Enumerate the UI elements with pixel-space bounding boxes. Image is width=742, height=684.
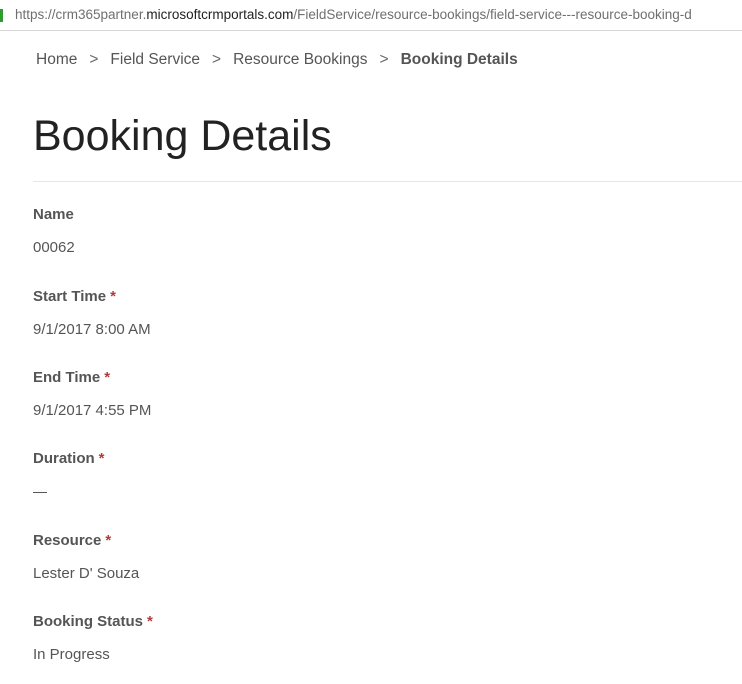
url-text[interactable]: https://crm365partner.microsoftcrmportal…: [15, 7, 742, 22]
resource-label: Resource *: [33, 532, 111, 550]
secure-connection-icon: [0, 9, 3, 22]
duration-label-text: Duration: [33, 450, 95, 467]
breadcrumb-home-link[interactable]: Home: [36, 51, 77, 69]
resource-label-text: Resource: [33, 532, 102, 549]
start-time-field: Start Time * 9/1/2017 8:00 AM: [33, 288, 151, 338]
start-time-label-text: Start Time: [33, 288, 107, 305]
url-domain: microsoftcrmportals.com: [146, 7, 294, 22]
name-field: Name 00062: [33, 206, 75, 256]
breadcrumb-separator: >: [379, 51, 389, 68]
required-marker: *: [105, 532, 112, 549]
required-marker: *: [98, 450, 105, 467]
breadcrumb-separator: >: [89, 51, 99, 68]
required-marker: *: [110, 288, 116, 305]
booking-status-label: Booking Status *: [33, 613, 153, 631]
breadcrumb-current: Booking Details: [400, 51, 518, 68]
end-time-label: End Time *: [33, 369, 110, 387]
page-title: Booking Details: [33, 112, 332, 160]
start-time-label: Start Time *: [33, 288, 116, 306]
name-value: 00062: [33, 239, 75, 256]
booking-status-field: Booking Status * In Progress: [33, 613, 153, 663]
end-time-label-text: End Time: [33, 369, 101, 386]
url-prefix: https://crm365partner.: [15, 7, 147, 22]
breadcrumb-field-service-link[interactable]: Field Service: [110, 51, 200, 69]
empty-value-dash: [33, 492, 47, 493]
browser-address-bar[interactable]: https://crm365partner.microsoftcrmportal…: [0, 0, 742, 31]
duration-field: Duration *: [33, 450, 105, 493]
booking-status-value: In Progress: [33, 646, 110, 663]
duration-label: Duration *: [33, 450, 105, 468]
name-label-text: Name: [33, 206, 74, 223]
required-marker: *: [147, 613, 153, 630]
resource-field: Resource * Lester D' Souza: [33, 532, 139, 582]
end-time-field: End Time * 9/1/2017 4:55 PM: [33, 369, 151, 419]
breadcrumb-resource-bookings-link[interactable]: Resource Bookings: [233, 51, 367, 69]
title-divider: [33, 181, 742, 182]
end-time-value: 9/1/2017 4:55 PM: [33, 402, 152, 419]
booking-status-label-text: Booking Status: [33, 613, 144, 630]
start-time-value: 9/1/2017 8:00 AM: [33, 321, 151, 338]
required-marker: *: [104, 369, 111, 386]
breadcrumb-separator: >: [212, 51, 222, 68]
name-label: Name: [33, 206, 74, 224]
url-path: /FieldService/resource-bookings/field-se…: [293, 7, 692, 22]
breadcrumb: Home > Field Service > Resource Bookings…: [36, 51, 518, 69]
resource-value: Lester D' Souza: [33, 565, 140, 582]
duration-value: [33, 483, 47, 493]
